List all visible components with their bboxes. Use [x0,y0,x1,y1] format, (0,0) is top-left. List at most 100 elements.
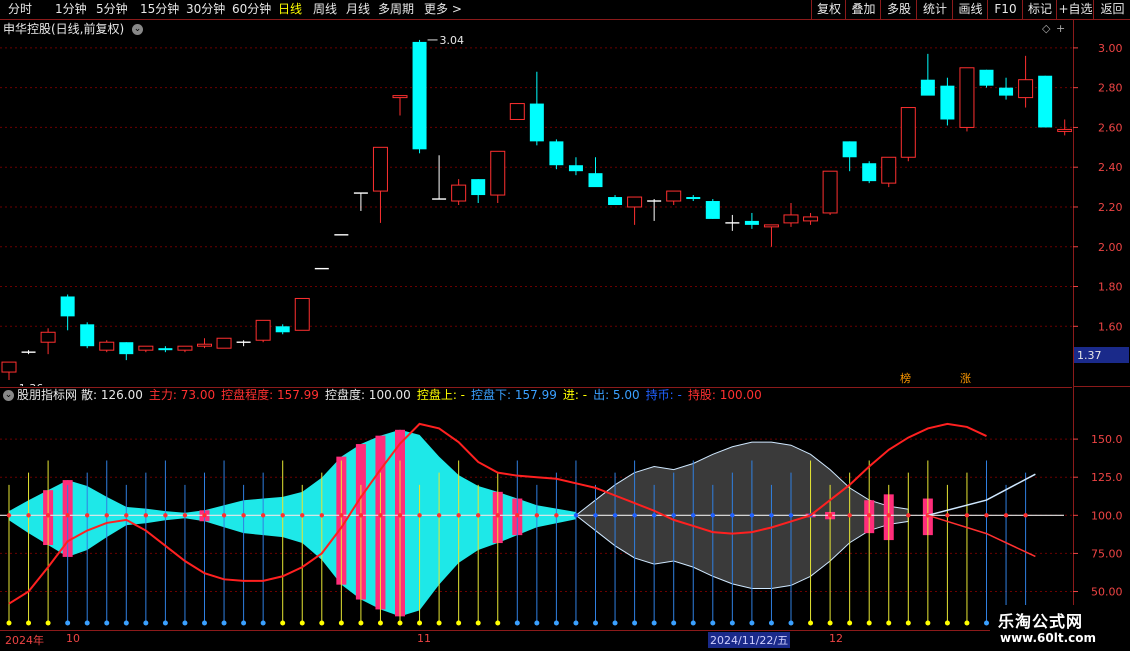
period-toolbar: 分时 1分钟 5分钟 15分钟 30分钟 60分钟 日线 周线 月线 多周期 更多 > 复权 叠加 多股统… [0,0,1130,20]
candle[interactable] [588,157,603,188]
period-tab-5[interactable]: 60分钟 [232,2,271,17]
candle[interactable] [647,199,662,221]
candle[interactable] [842,141,857,172]
period-tab-8[interactable]: 月线 [346,2,370,17]
toolbar-button-8[interactable]: 返回 [1093,0,1130,19]
period-tab-3[interactable]: 15分钟 [140,2,179,17]
toolbar-button-3[interactable]: 统计 [916,0,953,19]
candle[interactable] [608,195,623,205]
toolbar-button-7[interactable]: +自选 [1056,0,1094,19]
candle[interactable] [862,161,877,184]
candle[interactable] [216,337,232,349]
toolbar-button-2[interactable]: 多股 [880,0,917,19]
baseline-dot [593,513,598,518]
toolbar-button-1[interactable]: 叠加 [845,0,881,19]
candle[interactable] [471,179,486,204]
candle[interactable] [1038,75,1053,128]
candle[interactable] [686,195,701,202]
candle[interactable] [21,350,36,355]
candle[interactable] [372,146,388,223]
candle[interactable] [255,319,271,343]
watermark-logo: 乐淘公式网 www.60lt.com [990,605,1130,650]
candle[interactable] [451,179,467,205]
diamond-icon[interactable]: ◇ [1042,22,1050,35]
candle[interactable] [392,95,408,116]
candle[interactable] [490,150,506,204]
candle[interactable] [119,342,134,361]
candle[interactable] [725,214,740,231]
candle[interactable] [1057,119,1073,136]
toolbar-button-6[interactable]: 标记 [1022,0,1057,19]
period-tab-0[interactable]: 分时 [8,2,32,17]
candle[interactable] [80,322,95,349]
price-tick-label: 1.60 [1098,320,1123,333]
candle[interactable] [627,196,643,225]
candle[interactable] [803,212,819,225]
stick-dot [241,620,247,626]
indicator-menu-icon[interactable]: ⌄ [3,390,14,401]
period-tab-10[interactable]: 更多 > [424,2,462,17]
candle[interactable] [940,77,955,126]
toolbar-button-4[interactable]: 画线 [952,0,988,19]
candle-body-up [451,184,467,202]
candle[interactable] [549,139,564,170]
candle[interactable] [294,297,310,331]
candle[interactable] [177,345,193,353]
period-tab-7[interactable]: 周线 [313,2,337,17]
candle[interactable] [705,199,720,219]
period-tab-1[interactable]: 1分钟 [55,2,87,17]
baseline-dot [65,513,70,518]
candle[interactable] [763,224,779,247]
candle[interactable] [529,71,544,146]
indicator-chart[interactable] [0,387,1072,630]
candle[interactable] [744,212,759,229]
stick-dot [808,620,814,626]
toolbar-button-0[interactable]: 复权 [811,0,846,19]
candle[interactable] [138,345,154,353]
baseline-dot [1003,513,1009,518]
candle[interactable] [666,190,682,205]
toolbar-button-5[interactable]: F10 [987,0,1023,19]
baseline-dot [906,513,911,518]
baseline-dot [456,513,461,518]
candle[interactable] [568,157,583,176]
candle-body-up [294,297,310,331]
candle[interactable] [999,77,1014,100]
candle[interactable] [40,328,56,355]
candle[interactable] [509,103,525,120]
stick-dot [866,620,872,626]
candle[interactable] [979,69,994,88]
candle[interactable] [99,340,115,353]
candle[interactable] [236,340,251,347]
candle[interactable] [822,170,838,215]
candle[interactable] [412,39,427,154]
ind-tick-label: 150.0 [1091,433,1123,446]
period-tab-2[interactable]: 5分钟 [96,2,128,17]
candle-body-down [608,197,623,205]
stick-dot [280,620,286,626]
period-tab-9[interactable]: 多周期 [378,2,414,17]
candle[interactable] [920,53,935,96]
candle[interactable] [900,107,916,162]
candle[interactable] [1018,55,1034,108]
candle[interactable] [197,338,212,349]
candle[interactable] [881,156,897,188]
candle[interactable] [353,192,368,211]
stick-dot [417,620,423,626]
kline-panel[interactable]: 3.04 ← 1.36 榜 涨 申华控股(日线,前复权) ⌄ ◇ + [0,20,1073,395]
kline-chart[interactable]: 3.04 ← 1.36 榜 涨 [0,20,1073,395]
candle[interactable] [275,324,290,335]
period-tab-6[interactable]: 日线 [278,2,302,17]
stick-dot [202,620,207,626]
period-tab-4[interactable]: 30分钟 [186,2,225,17]
candle-body-down [999,87,1014,96]
title-dropdown-icon[interactable]: ⌄ [132,24,144,35]
candle[interactable] [959,67,975,132]
candle[interactable] [1,361,17,380]
plus-icon[interactable]: + [1056,22,1065,35]
candle[interactable] [158,346,173,353]
candle[interactable] [60,294,75,331]
indicator-panel[interactable]: ⌄ 股朋指标网 散: 126.00 主力: 73.00 控盘程度: 157.99 控盘度:… [0,387,1072,630]
indicator-value-6: 进: - [562,388,588,402]
candle[interactable] [432,155,447,200]
